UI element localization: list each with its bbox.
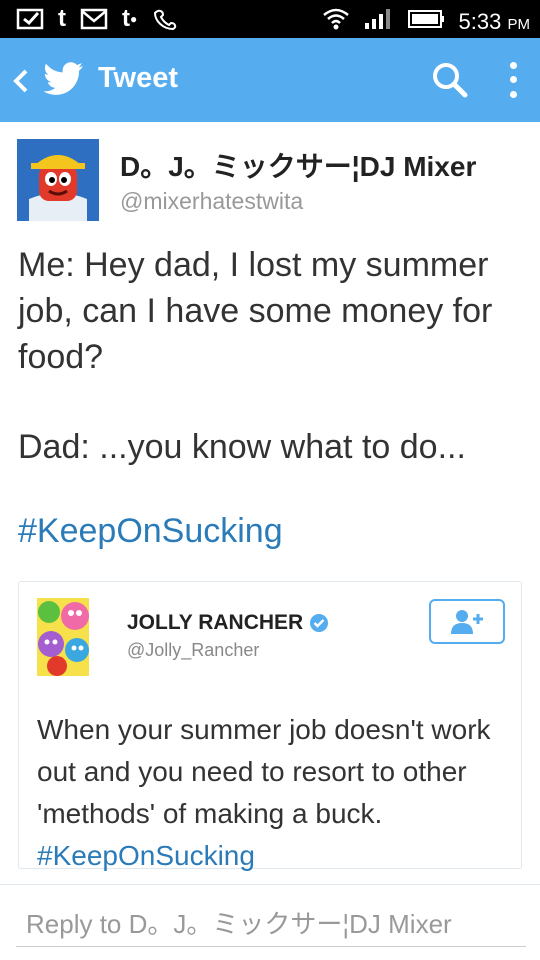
- status-bar-right: 5:33 PM: [321, 6, 530, 37]
- author-name[interactable]: D。J。ミックサー¦DJ Mixer: [120, 145, 476, 185]
- quoted-hashtag-link[interactable]: #KeepOnSucking: [37, 840, 255, 871]
- tumblr-icon: t: [58, 5, 66, 32]
- more-dot: [509, 61, 517, 69]
- notification-check-icon: [16, 7, 44, 31]
- twitter-bird-icon: [44, 62, 83, 95]
- quoted-author-handle: @Jolly_Rancher: [127, 640, 260, 660]
- quoted-tweet-text: When your summer job doesn't work out an…: [37, 709, 507, 877]
- status-time: 5:33 PM: [458, 8, 530, 34]
- more-dot: [509, 91, 517, 99]
- verified-badge-icon: [310, 614, 329, 632]
- tumblr-notification-icon: t ●: [122, 5, 138, 32]
- author-handle[interactable]: @mixerhatestwita: [120, 188, 303, 215]
- jolly-rancher-characters-icon: [37, 598, 89, 676]
- reply-input[interactable]: [16, 903, 526, 947]
- tweet-text: Me: Hey dad, I lost my summer job, can I…: [18, 242, 523, 470]
- add-user-icon: [451, 609, 483, 634]
- status-bar-left: t t ●: [16, 6, 179, 32]
- app-bar: Tweet: [0, 38, 540, 122]
- overflow-menu-button[interactable]: [500, 58, 526, 102]
- gmail-icon: [80, 8, 108, 30]
- back-button[interactable]: [8, 64, 34, 98]
- author-avatar[interactable]: [17, 139, 99, 221]
- search-icon: [433, 63, 468, 98]
- chevron-left-icon: [13, 69, 28, 93]
- reply-bar: [0, 884, 540, 960]
- more-dot: [509, 76, 517, 84]
- quoted-tweet-card[interactable]: JOLLY RANCHER @Jolly_Rancher When your s…: [18, 581, 522, 871]
- tweet-text-line: Dad: ...you know what to do...: [18, 428, 466, 466]
- signal-icon: [363, 7, 395, 36]
- quoted-avatar: [37, 598, 89, 676]
- page-title: Tweet: [98, 62, 179, 94]
- status-bar: t t ● 5:33 PM: [0, 0, 540, 38]
- tweet-hashtag-link[interactable]: #KeepOnSucking: [18, 512, 283, 551]
- search-button[interactable]: [430, 60, 470, 100]
- quoted-text-body: When your summer job doesn't work out an…: [37, 714, 491, 829]
- voicemail-icon: [151, 7, 179, 31]
- quoted-author-name: JOLLY RANCHER: [127, 611, 329, 635]
- tweet-text-line: Me: Hey dad, I lost my summer job, can I…: [18, 246, 493, 376]
- mixer-character-icon: [17, 139, 99, 221]
- follow-button[interactable]: [429, 599, 505, 644]
- battery-icon: [407, 8, 447, 35]
- quoted-name-text: JOLLY RANCHER: [127, 611, 304, 634]
- wifi-icon: [321, 6, 351, 37]
